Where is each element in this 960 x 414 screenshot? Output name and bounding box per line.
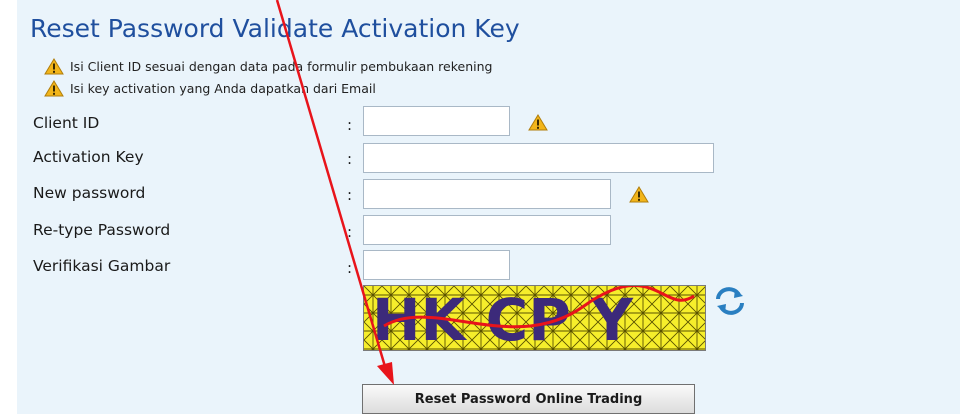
refresh-icon[interactable] xyxy=(712,286,748,316)
colon: : xyxy=(347,186,353,204)
client-id-note: Isi Client ID sesuai dengan data pada fo… xyxy=(44,58,492,75)
colon: : xyxy=(347,116,353,134)
colon: : xyxy=(347,259,353,277)
client-id-input[interactable] xyxy=(363,106,510,136)
captcha-graphic: HK CP Y xyxy=(364,286,705,350)
client-id-label: Client ID xyxy=(33,114,100,132)
verification-input[interactable] xyxy=(363,250,510,280)
reset-password-button[interactable]: Reset Password Online Trading xyxy=(362,384,695,414)
new-password-input[interactable] xyxy=(363,179,611,209)
warning-icon xyxy=(528,114,548,131)
colon: : xyxy=(347,223,353,241)
warning-icon xyxy=(629,186,649,203)
captcha-image: HK CP Y xyxy=(363,285,706,351)
activation-key-input[interactable] xyxy=(363,143,714,173)
activation-key-label: Activation Key xyxy=(33,148,144,166)
page-title: Reset Password Validate Activation Key xyxy=(30,14,520,43)
verification-label: Verifikasi Gambar xyxy=(33,257,171,275)
warning-icon xyxy=(44,80,64,97)
warning-icon xyxy=(44,58,64,75)
activation-key-note: Isi key activation yang Anda dapatkan da… xyxy=(44,80,376,97)
colon: : xyxy=(347,150,353,168)
client-id-note-text: Isi Client ID sesuai dengan data pada fo… xyxy=(70,59,493,74)
retype-password-label: Re-type Password xyxy=(33,221,171,239)
retype-password-input[interactable] xyxy=(363,215,611,245)
activation-key-note-text: Isi key activation yang Anda dapatkan da… xyxy=(70,81,376,96)
new-password-label: New password xyxy=(33,184,146,202)
